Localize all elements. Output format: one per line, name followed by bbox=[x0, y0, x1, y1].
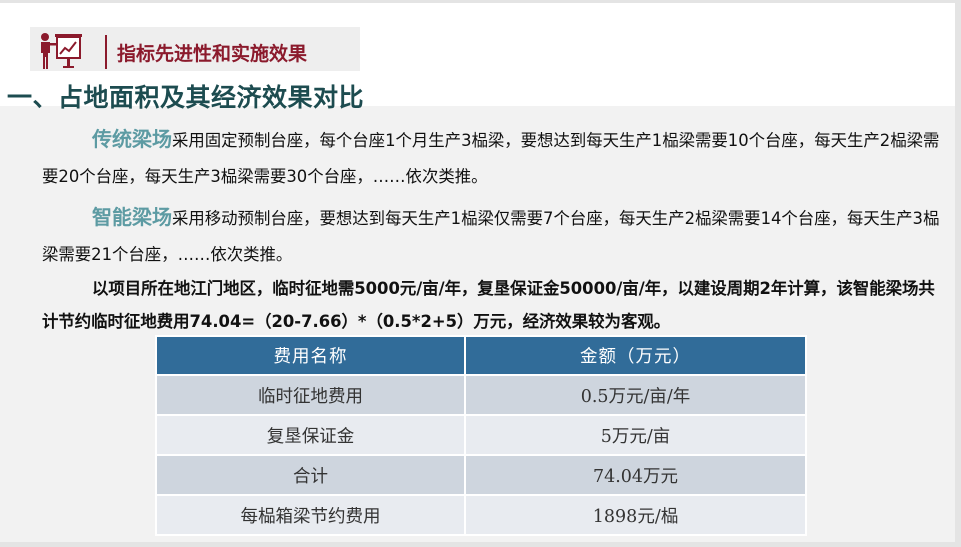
presentation-chart-icon bbox=[41, 33, 82, 69]
highlight-traditional: 传统梁场 bbox=[92, 127, 172, 151]
table-header-cell: 费用名称 bbox=[155, 335, 466, 376]
table-cell: 临时征地费用 bbox=[155, 374, 466, 416]
paragraph-smart-text: 采用移动预制台座，要想达到每天生产1榀梁仅需要7个台座，每天生产2榀梁需要14个… bbox=[42, 209, 940, 264]
header-separator bbox=[105, 35, 107, 69]
table-cell: 复垦保证金 bbox=[155, 414, 466, 456]
table-header-cell: 金额（万元） bbox=[464, 335, 807, 376]
paragraph-traditional-text: 采用固定预制台座，每个台座1个月生产3榀梁，要想达到每天生产1榀梁需要10个台座… bbox=[42, 131, 940, 186]
header-title: 指标先进性和实施效果 bbox=[117, 43, 308, 65]
table-cell: 每榀箱梁节约费用 bbox=[155, 494, 466, 536]
section-title: 一、占地面积及其经济效果对比 bbox=[7, 83, 365, 112]
paragraph-smart: 智能梁场采用移动预制台座，要想达到每天生产1榀梁仅需要7个台座，每天生产2榀梁需… bbox=[42, 199, 942, 273]
table-row: 临时征地费用 0.5万元/亩/年 bbox=[155, 374, 807, 416]
table-cell: 0.5万元/亩/年 bbox=[464, 374, 807, 416]
table-cell: 1898元/榀 bbox=[464, 494, 807, 536]
table-cell: 74.04万元 bbox=[464, 454, 807, 496]
paragraph-summary: 以项目所在地江门地区，临时征地需5000元/亩/年，复垦保证金50000/亩/年… bbox=[42, 279, 935, 331]
table-cell: 5万元/亩 bbox=[464, 414, 807, 456]
table-header-row: 费用名称 金额（万元） bbox=[155, 335, 807, 376]
paragraph-traditional: 传统梁场采用固定预制台座，每个台座1个月生产3榀梁，要想达到每天生产1榀梁需要1… bbox=[42, 121, 942, 195]
table-cell: 合计 bbox=[155, 454, 466, 496]
table-row: 每榀箱梁节约费用 1898元/榀 bbox=[155, 494, 807, 536]
cost-table: 费用名称 金额（万元） 临时征地费用 0.5万元/亩/年 复垦保证金 5万元/亩… bbox=[155, 335, 807, 536]
highlight-smart: 智能梁场 bbox=[92, 205, 172, 229]
table-row: 复垦保证金 5万元/亩 bbox=[155, 414, 807, 456]
table-row: 合计 74.04万元 bbox=[155, 454, 807, 496]
